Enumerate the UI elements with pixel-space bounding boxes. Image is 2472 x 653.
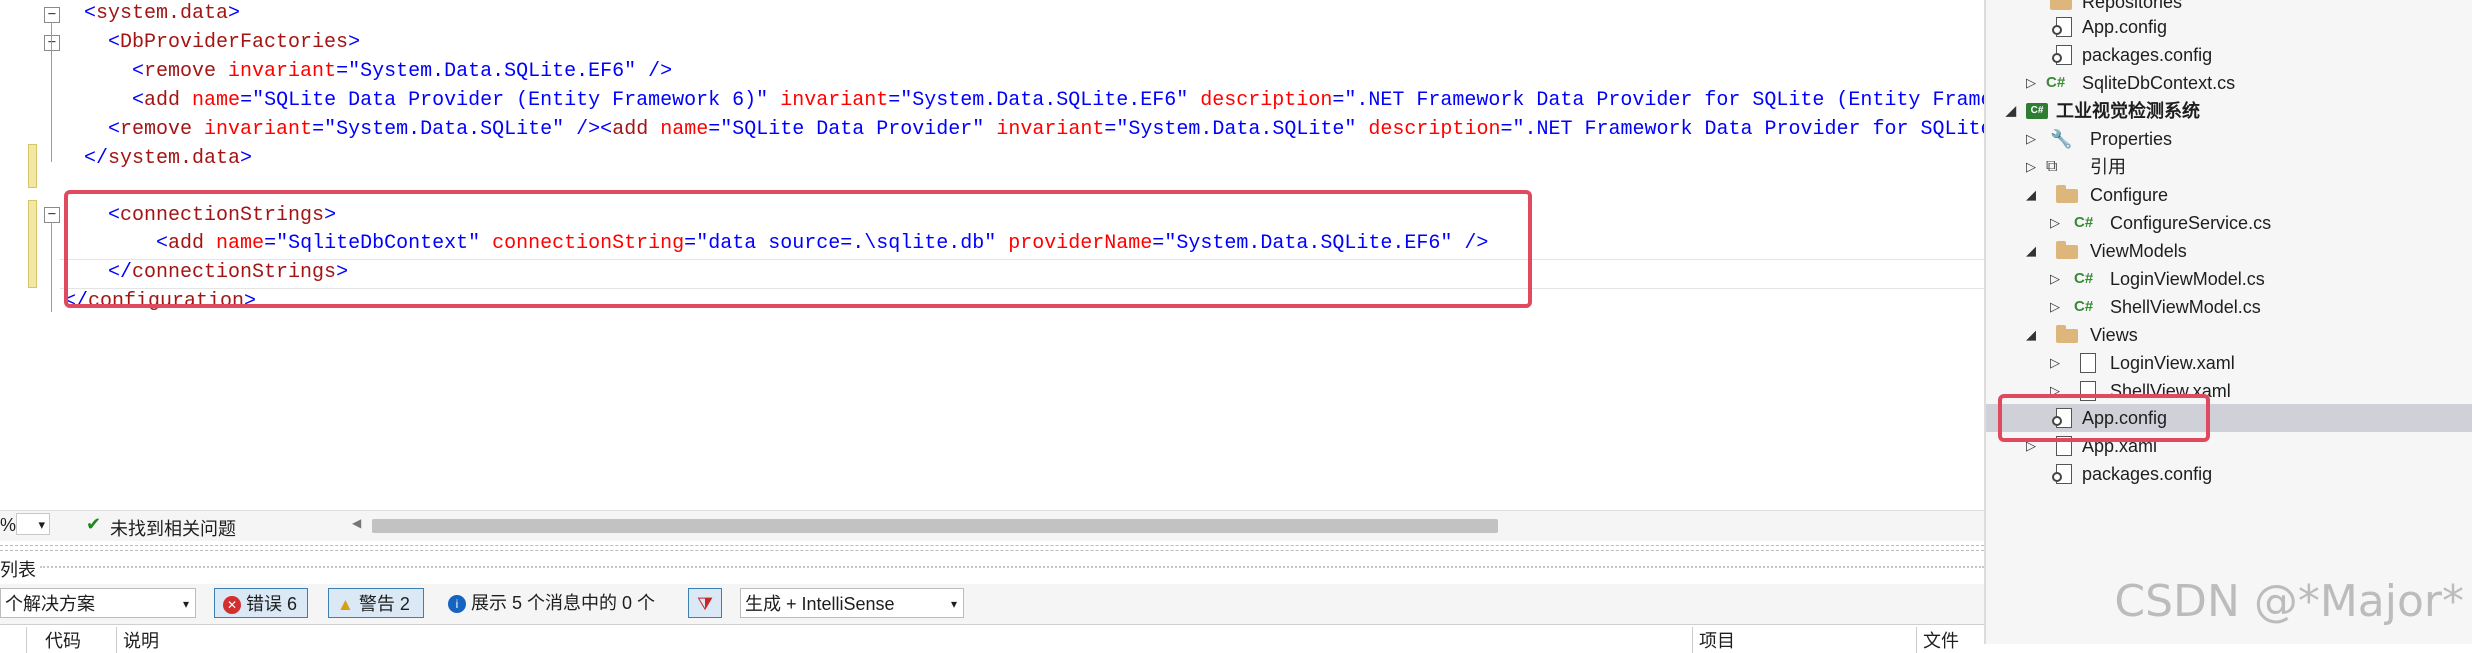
tree-item-sqlitedbcontext[interactable]: ▷ C# SqliteDbContext.cs xyxy=(2026,69,2235,97)
warnings-filter-button[interactable]: ▲ 警告 2 xyxy=(328,588,424,618)
references-icon: ⧉ xyxy=(2046,158,2058,175)
error-list-toolbar: 个解决方案 ▾ ✕ 错误 6 ▲ 警告 2 i 展示 5 个消息中的 0 个 ⧩… xyxy=(0,584,1984,624)
tree-item-loginview[interactable]: ▷ LoginView.xaml xyxy=(2050,349,2235,377)
config-file-icon xyxy=(2052,17,2072,37)
code-line: </system.data> xyxy=(84,147,253,170)
errors-filter-button[interactable]: ✕ 错误 6 xyxy=(214,588,308,618)
error-list-column-headers: 代码 说明 项目 文件 xyxy=(0,624,1984,653)
error-list-title: 列表 xyxy=(0,560,36,580)
column-project[interactable]: 项目 xyxy=(1692,627,1735,653)
chevron-down-icon: ▾ xyxy=(950,597,957,611)
tree-item-viewmodels[interactable]: ◢ ViewModels xyxy=(2026,237,2187,265)
collapse-arrow-icon[interactable]: ◢ xyxy=(2026,237,2036,265)
collapse-arrow-icon[interactable]: ◢ xyxy=(2026,321,2036,349)
scope-dropdown[interactable]: 个解决方案 ▾ xyxy=(0,588,196,618)
editor-status-bar: % ▾ ✔ 未找到相关问题 ◀ xyxy=(0,510,1984,541)
code-line: <add name="SQLite Data Provider (Entity … xyxy=(132,89,1984,112)
expand-arrow-icon[interactable]: ▷ xyxy=(2026,125,2036,153)
fold-guide xyxy=(51,222,52,312)
code-line: <system.data> xyxy=(84,2,241,25)
messages-label: 展示 5 个消息中的 0 个 xyxy=(471,593,656,613)
code-line: <DbProviderFactories> xyxy=(108,31,361,54)
tree-item-properties[interactable]: ▷ 🔧 Properties xyxy=(2026,125,2172,153)
expand-arrow-icon[interactable]: ▷ xyxy=(2050,265,2060,293)
tree-item-app-config-top[interactable]: App.config xyxy=(2050,13,2167,41)
expand-arrow-icon[interactable]: ▷ xyxy=(2026,153,2036,181)
tree-item-packages-config-top[interactable]: packages.config xyxy=(2050,41,2212,69)
csharp-project-icon: C# xyxy=(2026,103,2048,119)
fold-guide xyxy=(51,50,52,110)
csharp-file-icon: C# xyxy=(2074,214,2094,231)
code-editor[interactable]: − − − <system.data> <DbProviderFactories… xyxy=(0,0,1984,510)
config-file-icon xyxy=(2052,45,2072,65)
csharp-file-icon: C# xyxy=(2046,74,2066,91)
tree-item-shellviewmodel[interactable]: ▷ C# ShellViewModel.cs xyxy=(2050,293,2261,321)
check-circle-icon: ✔ xyxy=(86,514,102,534)
tree-item-configureservice[interactable]: ▷ C# ConfigureService.cs xyxy=(2050,209,2271,237)
change-marker xyxy=(28,144,37,188)
expand-arrow-icon[interactable]: ▷ xyxy=(2050,209,2060,237)
annotation-highlight-box xyxy=(1998,394,2210,442)
errors-label: 错误 6 xyxy=(246,594,298,614)
title-grip xyxy=(40,566,1984,568)
messages-filter-button[interactable]: i 展示 5 个消息中的 0 个 xyxy=(444,588,684,618)
tree-item-loginviewmodel[interactable]: ▷ C# LoginViewModel.cs xyxy=(2050,265,2265,293)
xaml-file-icon xyxy=(2080,353,2096,373)
tree-item-configure[interactable]: ◢ Configure xyxy=(2026,181,2168,209)
info-icon: i xyxy=(448,595,466,614)
horizontal-scrollbar-thumb[interactable] xyxy=(372,519,1498,533)
folder-icon xyxy=(2050,0,2072,10)
tree-item-packages-config[interactable]: packages.config xyxy=(2050,460,2212,488)
fold-toggle-dbproviderfactories[interactable]: − xyxy=(44,35,60,51)
wrench-icon: 🔧 xyxy=(2050,129,2073,149)
annotation-highlight-box xyxy=(64,190,1532,308)
issues-status[interactable]: 未找到相关问题 xyxy=(110,515,236,541)
code-line: <remove invariant="System.Data.SQLite" /… xyxy=(108,118,1984,141)
expand-arrow-icon[interactable]: ▷ xyxy=(2050,293,2060,321)
warnings-label: 警告 2 xyxy=(358,594,410,614)
error-list-title-bar: 列表 xyxy=(0,556,1984,580)
expand-arrow-icon[interactable]: ▷ xyxy=(2050,349,2060,377)
change-marker xyxy=(28,200,37,288)
build-source-label: 生成 + IntelliSense xyxy=(745,594,895,614)
fold-toggle-connectionstrings[interactable]: − xyxy=(44,207,60,223)
zoom-dropdown[interactable]: ▾ xyxy=(16,513,50,535)
scope-label: 个解决方案 xyxy=(5,594,95,614)
collapse-arrow-icon[interactable]: ◢ xyxy=(2026,181,2036,209)
chevron-down-icon: ▾ xyxy=(182,597,189,611)
column-file[interactable]: 文件 xyxy=(1916,627,1959,653)
watermark: CSDN @*Major* xyxy=(2114,576,2464,627)
panel-splitter[interactable] xyxy=(0,545,1984,551)
error-icon: ✕ xyxy=(223,596,241,615)
folder-icon xyxy=(2056,325,2078,343)
tree-item-project[interactable]: ◢ C# 工业视觉检测系统 xyxy=(2006,97,2200,125)
column-code[interactable]: 代码 xyxy=(26,627,81,653)
scroll-left-icon[interactable]: ◀ xyxy=(352,516,361,530)
zoom-level[interactable]: % xyxy=(0,515,16,536)
expand-arrow-icon[interactable]: ▷ xyxy=(2026,69,2036,97)
folder-icon xyxy=(2056,241,2078,259)
column-description[interactable]: 说明 xyxy=(116,627,159,653)
warning-icon: ▲ xyxy=(337,595,354,614)
tree-item-views[interactable]: ◢ Views xyxy=(2026,321,2138,349)
filter-icon[interactable]: ⧩ xyxy=(688,588,722,618)
build-source-dropdown[interactable]: 生成 + IntelliSense ▾ xyxy=(740,588,964,618)
tree-item-references[interactable]: ▷ ⧉ 引用 xyxy=(2026,153,2126,181)
collapse-arrow-icon[interactable]: ◢ xyxy=(2006,97,2016,125)
csharp-file-icon: C# xyxy=(2074,270,2094,287)
csharp-file-icon: C# xyxy=(2074,298,2094,315)
code-line: <remove invariant="System.Data.SQLite.EF… xyxy=(132,60,673,83)
fold-toggle-system-data[interactable]: − xyxy=(44,7,60,23)
solution-explorer: Repositories App.config packages.config … xyxy=(1984,0,2472,644)
config-file-icon xyxy=(2052,464,2072,484)
folder-icon xyxy=(2056,185,2078,203)
